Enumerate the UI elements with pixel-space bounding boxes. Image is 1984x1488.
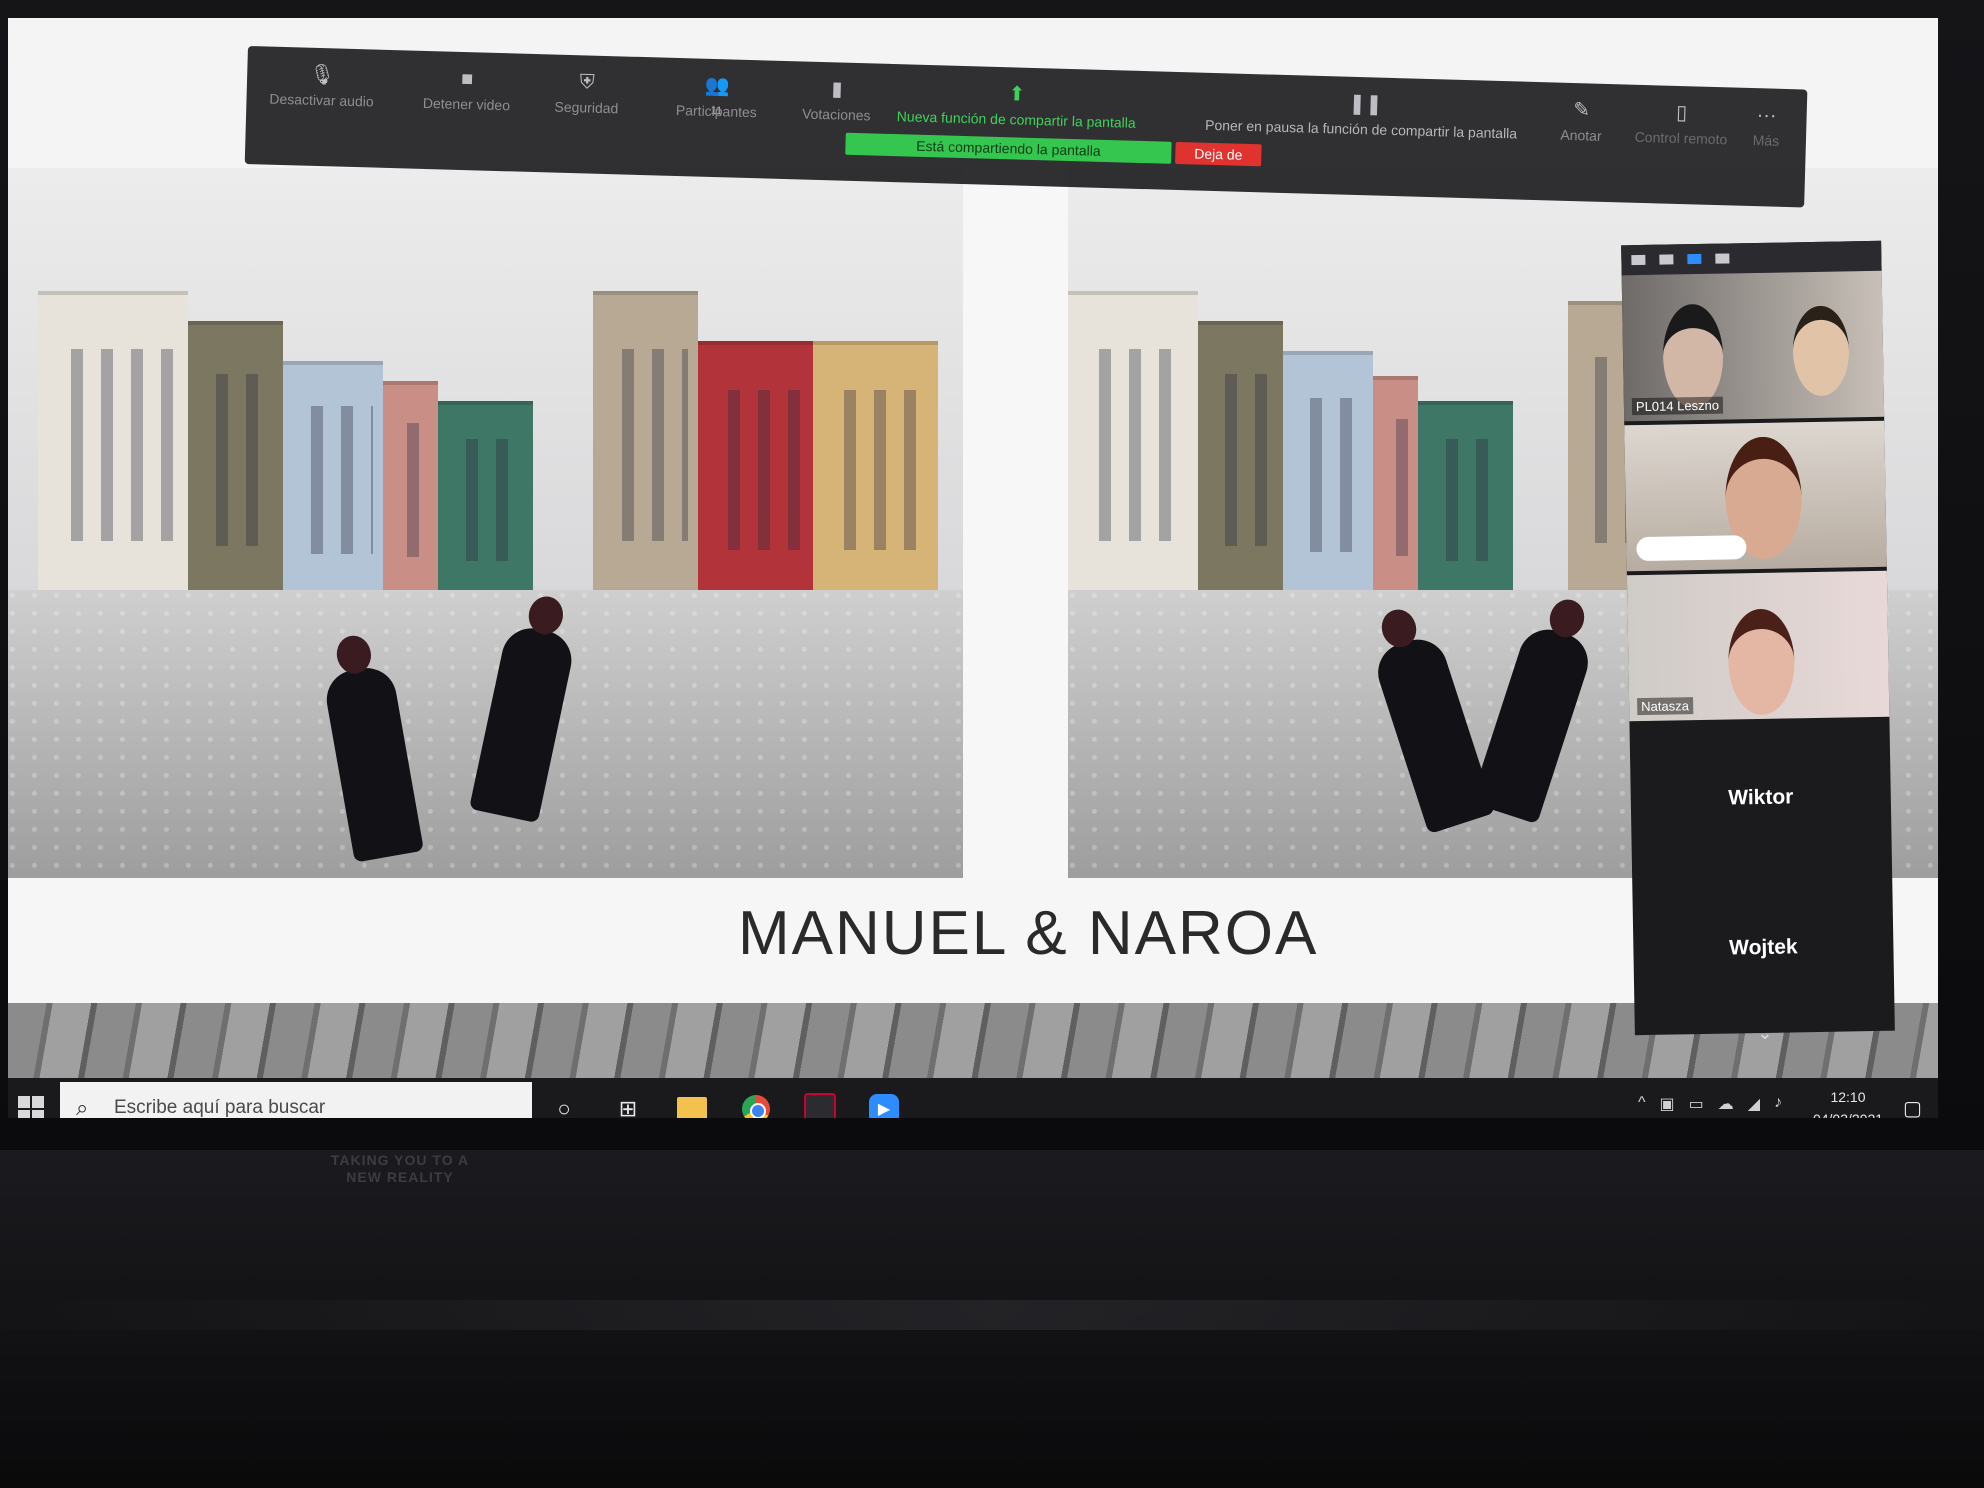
mute-audio-label: Desactivar audio xyxy=(269,90,374,110)
system-tray: ^ ▣ ▭ ☁ ◢ ♪ xyxy=(1638,1094,1782,1114)
new-share-button[interactable]: ⬆ Nueva función de compartir la pantalla xyxy=(866,79,1167,131)
tile-label: PL014 Leszno xyxy=(1631,396,1724,416)
building xyxy=(38,291,188,595)
pause-share-button[interactable]: ❚❚ Poner en pausa la función de comparti… xyxy=(1181,88,1542,142)
more-icon: ··· xyxy=(1756,104,1777,127)
participant-name-wojtek[interactable]: Wojtek xyxy=(1632,871,1895,1026)
mouse-icon: ▯ xyxy=(1675,101,1688,125)
volume-icon[interactable]: ♪ xyxy=(1774,1094,1782,1114)
battery-icon[interactable]: ▭ xyxy=(1689,1094,1704,1114)
clock-time: 12:10 xyxy=(1830,1089,1866,1105)
usb-icon[interactable]: ▣ xyxy=(1660,1094,1675,1114)
building xyxy=(1418,401,1513,595)
search-icon: ⌕ xyxy=(76,1095,89,1118)
building xyxy=(1373,376,1418,595)
chrome-icon[interactable] xyxy=(734,1088,778,1118)
search-input[interactable]: ⌕ Escribe aquí para buscar xyxy=(60,1082,532,1118)
gallery-view-icon[interactable] xyxy=(1715,253,1730,264)
video-tile-natasza[interactable]: Natasza xyxy=(1626,570,1890,722)
participants-panel: PL014 Leszno Natasza Wiktor Wojtek ⌄ xyxy=(1621,240,1895,1043)
slide-photo-left xyxy=(8,168,963,880)
building xyxy=(593,291,698,595)
desk-reflection xyxy=(0,1300,1984,1330)
participant-face xyxy=(1662,303,1724,409)
cortana-icon[interactable]: ○ xyxy=(542,1088,586,1118)
cloud-icon[interactable]: ☁ xyxy=(1718,1094,1734,1114)
bar-chart-icon: ▮ xyxy=(831,78,843,101)
building xyxy=(813,341,938,595)
building xyxy=(698,341,813,595)
building xyxy=(188,321,283,595)
windows-taskbar: ⌕ Escribe aquí para buscar ○ ⊞ ▶ ^ ▣ ▭ ☁… xyxy=(8,1078,1938,1118)
security-label: Seguridad xyxy=(554,98,619,117)
building xyxy=(1068,291,1198,595)
video-tile-leszno[interactable]: PL014 Leszno xyxy=(1621,270,1885,422)
participant-face xyxy=(1727,608,1796,716)
polls-label: Votaciones xyxy=(801,105,871,124)
sticker-line1: TAKING YOU TO A xyxy=(330,1152,470,1168)
participants-label: Participantes xyxy=(675,101,758,121)
chevron-up-icon[interactable]: ^ xyxy=(1638,1094,1646,1114)
task-view-icon[interactable]: ⊞ xyxy=(606,1088,650,1118)
zoom-icon[interactable]: ▶ xyxy=(862,1088,906,1118)
microphone-icon: 🎙 xyxy=(309,63,336,87)
notification-icon[interactable]: ▢ xyxy=(1903,1096,1922,1118)
sharing-status: Está compartiendo la pantalla xyxy=(845,132,1172,164)
stop-video-label: Detener video xyxy=(422,94,511,114)
panel-view-controls xyxy=(1621,240,1882,276)
stop-video-button[interactable]: ■ Detener video xyxy=(406,66,527,113)
building xyxy=(1283,351,1373,595)
name-pill xyxy=(1636,535,1747,562)
participant-face xyxy=(1792,305,1850,397)
minimize-icon[interactable] xyxy=(1631,254,1646,266)
file-explorer-icon[interactable] xyxy=(670,1088,714,1118)
monitor-sticker: TAKING YOU TO A NEW REALITY xyxy=(320,1152,480,1186)
building xyxy=(438,401,533,595)
video-tile-host[interactable] xyxy=(1624,420,1887,572)
annotate-label: Anotar xyxy=(1560,126,1602,144)
pause-icon: ❚❚ xyxy=(1348,92,1383,116)
remote-control-label: Control remoto xyxy=(1634,128,1728,148)
sticker-line2: NEW REALITY xyxy=(346,1169,454,1185)
screen: MANUEL & NAROA 🎙 Desactivar audio ■ Dete… xyxy=(8,18,1938,1118)
building xyxy=(283,361,383,595)
windows-start-icon[interactable] xyxy=(18,1096,44,1118)
more-label: Más xyxy=(1752,132,1780,149)
predator-icon[interactable] xyxy=(798,1088,842,1118)
thumbnail-view-icon[interactable] xyxy=(1659,254,1674,265)
slide-title: MANUEL & NAROA xyxy=(738,899,1319,968)
share-screen-icon: ⬆ xyxy=(1008,83,1026,106)
annotate-button[interactable]: ✎ Anotar xyxy=(1546,98,1617,144)
building xyxy=(1198,321,1283,595)
speaker-view-icon[interactable] xyxy=(1687,253,1702,265)
participants-button[interactable]: 👥 11 Participantes xyxy=(656,73,777,120)
pause-share-label: Poner en pausa la función de compartir l… xyxy=(1204,116,1518,142)
remote-control-button[interactable]: ▯ Control remoto xyxy=(1626,101,1737,148)
mute-audio-button[interactable]: 🎙 Desactivar audio xyxy=(256,62,387,110)
video-camera-icon: ■ xyxy=(460,67,474,91)
clock-date: 04/03/2021 xyxy=(1808,1108,1888,1118)
tile-label: Natasza xyxy=(1637,697,1694,716)
security-button[interactable]: ⛨ Seguridad xyxy=(536,70,637,117)
stop-share-button[interactable]: Deja de xyxy=(1175,141,1262,167)
search-placeholder: Escribe aquí para buscar xyxy=(114,1097,326,1118)
shield-icon: ⛨ xyxy=(579,71,595,94)
clock[interactable]: 12:10 04/03/2021 xyxy=(1808,1086,1888,1118)
building xyxy=(383,381,438,595)
pencil-icon: ✎ xyxy=(1573,99,1591,122)
participants-icon: 👥 11 xyxy=(704,74,730,118)
more-button[interactable]: ··· Más xyxy=(1741,104,1792,149)
wifi-icon[interactable]: ◢ xyxy=(1748,1094,1760,1114)
participant-name-wiktor[interactable]: Wiktor xyxy=(1630,721,1893,876)
new-share-label: Nueva función de compartir la pantalla xyxy=(896,108,1136,131)
